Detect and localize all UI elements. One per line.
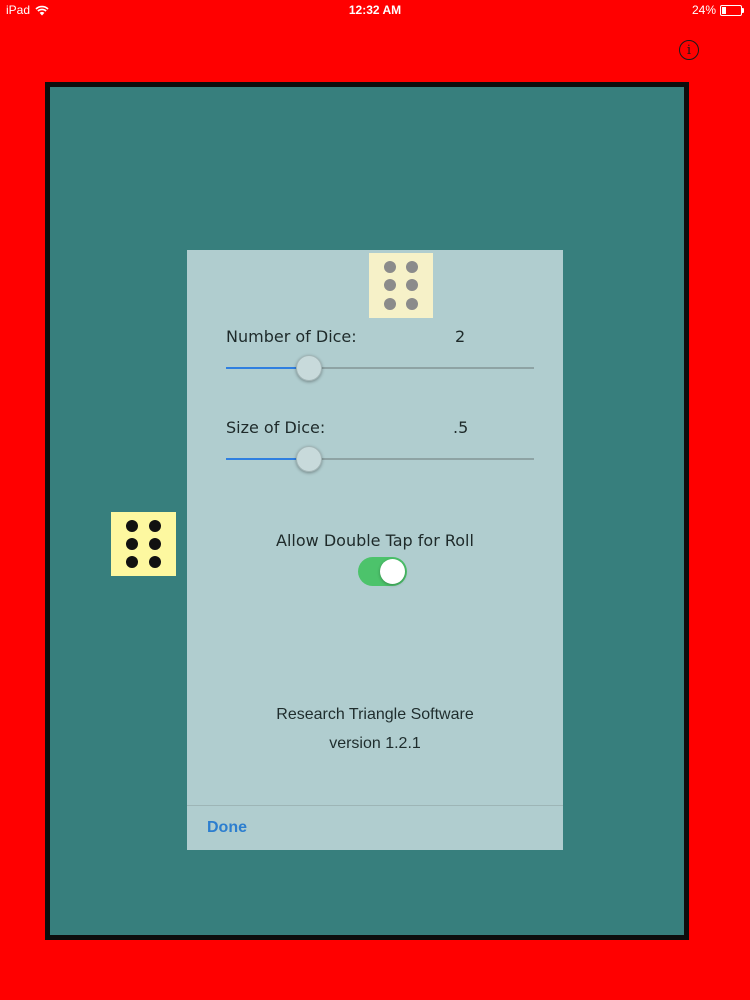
settings-popover: Number of Dice: 2 Size of Dice: .5 Allow… — [187, 250, 563, 850]
status-time: 12:32 AM — [348, 3, 402, 17]
status-right: 24% — [691, 3, 744, 17]
double-tap-label: Allow Double Tap for Roll — [276, 531, 474, 550]
die-pip — [148, 538, 161, 550]
battery-percent: 24% — [691, 3, 716, 17]
double-tap-toggle[interactable] — [358, 557, 407, 586]
die-pip — [406, 279, 418, 292]
toolbar-divider — [187, 805, 563, 806]
status-bar: iPad 12:32 AM 24% — [0, 0, 750, 22]
battery-fill — [722, 6, 726, 14]
die-pip — [148, 556, 161, 568]
die-pip — [384, 279, 396, 292]
done-button[interactable]: Done — [207, 819, 247, 837]
die-pip — [406, 297, 418, 310]
die-preview — [369, 253, 433, 318]
toggle-knob — [380, 559, 405, 584]
die-six[interactable] — [111, 512, 176, 576]
battery-icon — [720, 4, 744, 16]
die-pip — [148, 520, 161, 532]
size-of-dice-value: .5 — [453, 418, 469, 437]
die-pip — [406, 261, 418, 274]
info-icon: i — [686, 42, 692, 58]
die-pip — [126, 556, 139, 568]
die-pip — [126, 538, 139, 550]
number-of-dice-slider[interactable] — [226, 355, 534, 381]
size-of-dice-slider[interactable] — [226, 446, 534, 472]
die-pip — [384, 261, 396, 274]
version-label: version 1.2.1 — [329, 735, 421, 752]
slider-thumb[interactable] — [296, 355, 322, 381]
die-pip — [126, 520, 139, 532]
die-pip — [384, 297, 396, 310]
company-name: Research Triangle Software — [276, 706, 474, 723]
number-of-dice-value: 2 — [455, 327, 466, 346]
slider-thumb[interactable] — [296, 446, 322, 472]
info-button[interactable]: i — [679, 40, 699, 60]
number-of-dice-label: Number of Dice: — [226, 327, 357, 346]
size-of-dice-label: Size of Dice: — [226, 418, 326, 437]
